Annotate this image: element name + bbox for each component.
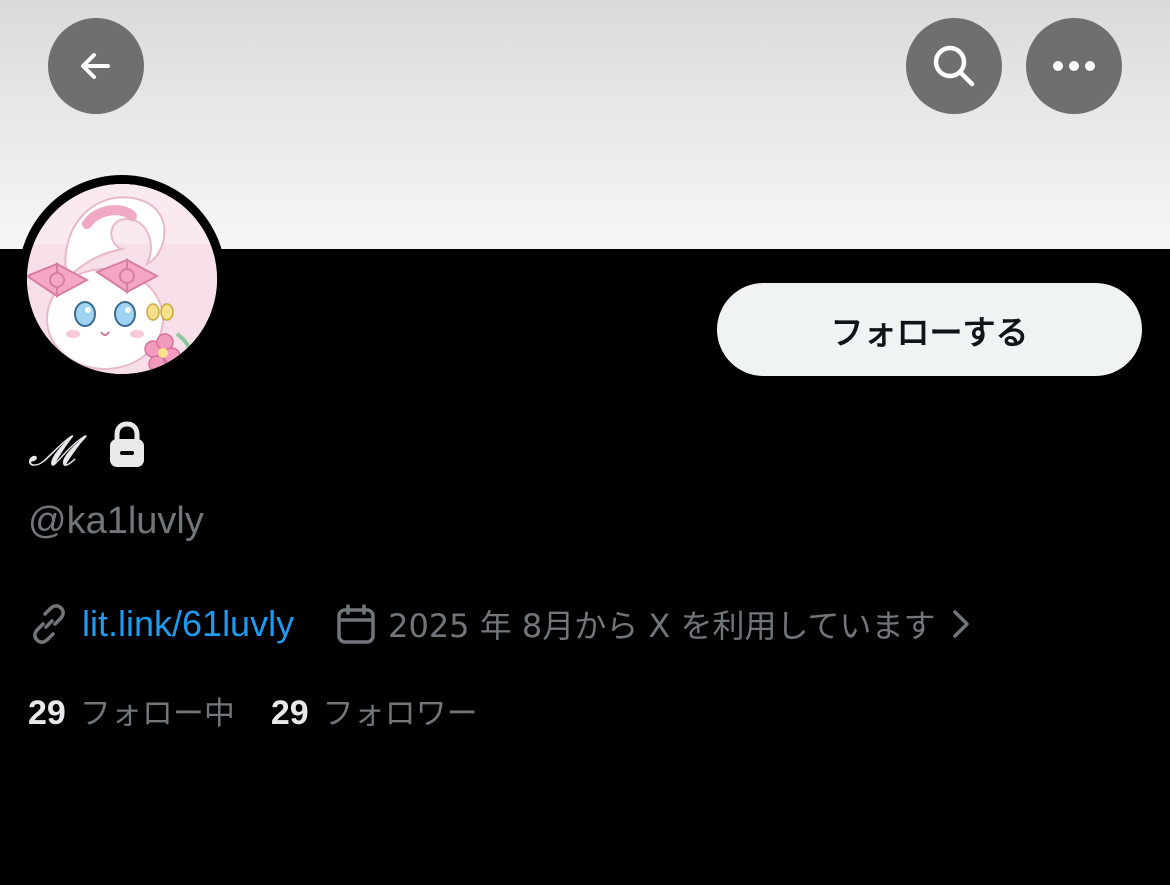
user-handle: @ka1luvly: [28, 500, 204, 542]
profile-page: フォローする 𝓜 @ka1luvly lit.link/61luvly 2025…: [0, 0, 1170, 885]
join-date-text: 2025 年 8月から X を利用しています: [388, 607, 936, 645]
following-label: フォロー中: [79, 695, 235, 732]
avatar[interactable]: [27, 184, 217, 374]
website-link[interactable]: lit.link/61luvly: [82, 603, 294, 645]
calendar-icon: [337, 604, 375, 644]
followers-count: 29: [270, 693, 309, 732]
followers-stat[interactable]: 29 フォロワー: [271, 688, 478, 733]
avatar-illustration: [27, 184, 217, 374]
back-button[interactable]: [48, 18, 144, 114]
follow-button[interactable]: フォローする: [717, 283, 1142, 376]
follow-stats: 29 フォロー中 29 フォロワー: [28, 686, 478, 734]
chevron-right-icon: [952, 610, 969, 638]
following-count: 29: [28, 693, 66, 732]
more-options-button[interactable]: [1026, 18, 1122, 114]
join-date[interactable]: 2025 年 8月から X を利用しています: [336, 601, 971, 647]
lock-icon: [110, 421, 144, 467]
link-icon: [33, 604, 65, 644]
profile-meta-row: lit.link/61luvly 2025 年 8月から X を利用しています: [28, 600, 972, 648]
more-horizontal-icon: [1053, 61, 1095, 71]
following-stat[interactable]: 29 フォロー中: [28, 688, 235, 733]
search-button[interactable]: [906, 18, 1002, 114]
followers-label: フォロワー: [322, 695, 478, 732]
search-icon: [933, 45, 975, 87]
display-name: 𝓜: [28, 426, 76, 475]
arrow-left-icon: [81, 53, 110, 79]
